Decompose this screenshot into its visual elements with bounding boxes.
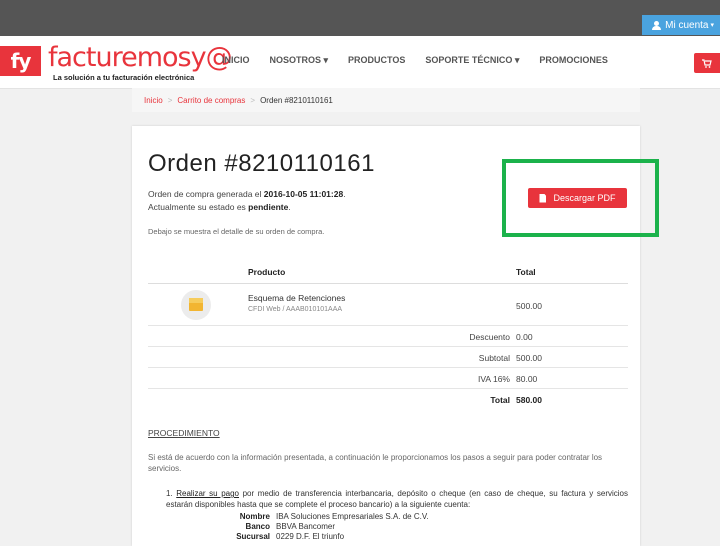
discount-value: 0.00: [516, 332, 533, 342]
nav-item-nosotros[interactable]: NOSOTROS ▾: [270, 55, 329, 66]
bank-name-value: IBA Soluciones Empresariales S.A. de C.V…: [276, 512, 429, 521]
column-header-product: Producto: [248, 267, 286, 277]
branch-row: Sucursal 0229 D.F. El triunfo: [190, 532, 610, 543]
generated-suffix: .: [343, 189, 346, 199]
procedure-title: PROCEDIMIENTO: [148, 428, 220, 438]
file-icon: [539, 193, 547, 203]
step-number: 1.: [166, 489, 173, 498]
iva-label: IVA 16%: [478, 374, 510, 384]
status-badge: pendiente: [248, 202, 289, 212]
total-value: 580.00: [516, 395, 542, 405]
order-generated-line: Orden de compra generada el 2016-10-05 1…: [148, 189, 346, 199]
step-payment-link[interactable]: Realizar su pago: [176, 489, 239, 498]
bank-name-label: Nombre: [239, 512, 270, 521]
nav-menu: INICIO NOSOTROS ▾ PRODUCTOS SOPORTE TÉCN…: [222, 55, 628, 66]
download-pdf-label: Descargar PDF: [553, 193, 616, 203]
breadcrumb-cart[interactable]: Carrito de compras: [177, 96, 245, 105]
procedure-step-1: 1. Realizar su pago por medio de transfe…: [166, 488, 628, 510]
my-account-label: Mi cuenta: [665, 19, 709, 31]
summary-row-iva: IVA 16% 80.00: [148, 367, 628, 389]
product-sub: CFDI Web / AAAB010101AAA: [248, 306, 343, 313]
generated-date: 2016-10-05 11:01:28: [263, 189, 344, 199]
breadcrumb-current: Orden #8210110161: [260, 95, 333, 105]
summary-row-discount: Descuento 0.00: [148, 325, 628, 347]
nav-item-inicio[interactable]: INICIO: [222, 55, 250, 66]
top-bar: Mi cuenta ▾: [0, 0, 720, 36]
nav-item-soporte[interactable]: SOPORTE TÉCNICO ▾: [425, 55, 519, 66]
discount-label: Descuento: [469, 332, 510, 342]
logo-mark[interactable]: fy: [0, 46, 41, 76]
branch-label: Sucursal: [236, 532, 270, 541]
subtotal-label: Subtotal: [478, 353, 510, 363]
user-icon: [652, 20, 662, 30]
main-navbar: fy facturemosy@ La solución a tu factura…: [0, 36, 720, 89]
order-status-line: Actualmente su estado es pendiente.: [148, 202, 291, 212]
procedure-intro: Si está de acuerdo con la información pr…: [148, 453, 603, 473]
download-pdf-button[interactable]: Descargar PDF: [528, 188, 627, 208]
logo-wordmark[interactable]: facturemosy@: [48, 44, 233, 72]
iva-value: 80.00: [516, 374, 538, 384]
product-box-icon: [181, 290, 211, 320]
nav-item-promociones[interactable]: PROMOCIONES: [539, 55, 608, 66]
detail-note: Debajo se muestra el detalle de su orden…: [148, 227, 325, 236]
breadcrumb-home[interactable]: Inicio: [144, 96, 163, 105]
status-suffix: .: [288, 202, 291, 212]
subtotal-value: 500.00: [516, 353, 542, 363]
breadcrumb: Inicio > Carrito de compras > Orden #821…: [132, 88, 640, 112]
chevron-down-icon: ▾: [710, 22, 714, 29]
nav-item-productos[interactable]: PRODUCTOS: [348, 55, 405, 66]
table-row: Esquema de Retenciones CFDI Web / AAAB01…: [148, 283, 628, 326]
cart-button[interactable]: [694, 53, 720, 73]
logo-tagline: La solución a tu facturación electrónica: [53, 73, 195, 82]
status-prefix: Actualmente su estado es: [148, 202, 249, 212]
branch-value: 0229 D.F. El triunfo: [276, 532, 345, 541]
total-label: Total: [490, 395, 510, 405]
product-total: 500.00: [516, 301, 542, 311]
column-header-total: Total: [516, 267, 536, 277]
generated-prefix: Orden de compra generada el: [148, 189, 264, 199]
summary-row-total: Total 580.00: [148, 388, 628, 410]
cart-icon: [702, 58, 712, 68]
breadcrumb-separator: >: [167, 95, 173, 105]
my-account-button[interactable]: Mi cuenta ▾: [642, 15, 720, 35]
bank-value: BBVA Bancomer: [276, 522, 335, 531]
bank-label: Banco: [245, 522, 270, 531]
product-name: Esquema de Retenciones: [248, 293, 346, 303]
page-title: Orden #8210110161: [148, 150, 375, 177]
summary-row-subtotal: Subtotal 500.00: [148, 346, 628, 368]
breadcrumb-separator: >: [250, 95, 256, 105]
